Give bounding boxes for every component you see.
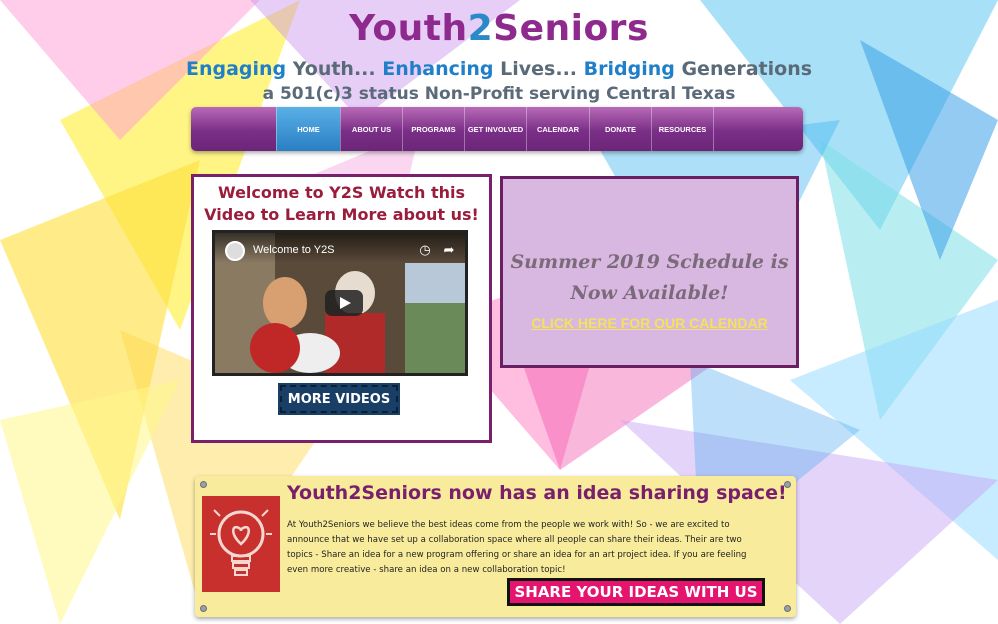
rivet-icon	[200, 481, 207, 488]
schedule-announcement: Summer 2019 Schedule is Now Available!	[510, 251, 789, 304]
idea-sharing-panel: Youth2Seniors now has an idea sharing sp…	[195, 476, 796, 617]
site-title-part3: Seniors	[493, 8, 649, 49]
nav-home[interactable]: HOME	[276, 107, 340, 151]
tagline-engaging: Engaging	[185, 58, 287, 80]
subtagline: a 501(c)3 status Non-Profit serving Cent…	[262, 84, 736, 104]
idea-sharing-heading: Youth2Seniors now has an idea sharing sp…	[287, 482, 787, 504]
main-nav: HOME ABOUT US PROGRAMS GET INVOLVED CALE…	[191, 107, 803, 151]
site-title-part1: Youth	[349, 8, 468, 49]
video-section-heading: Welcome to Y2S Watch this Video to Learn…	[204, 183, 479, 224]
nav-donate[interactable]: DONATE	[589, 107, 651, 151]
tagline-youth: Youth...	[286, 58, 383, 80]
tagline-lives: Lives...	[493, 58, 584, 80]
watch-later-icon[interactable]: ◷	[417, 243, 433, 259]
share-ideas-button[interactable]: SHARE YOUR IDEAS WITH US	[507, 578, 765, 606]
calendar-link[interactable]: CLICK HERE FOR OUR CALENDAR	[503, 315, 796, 331]
nav-about-us[interactable]: ABOUT US	[340, 107, 402, 151]
share-icon[interactable]: ➦	[441, 243, 457, 259]
tagline-enhancing: Enhancing	[382, 58, 494, 80]
schedule-section: Summer 2019 Schedule is Now Available! C…	[500, 176, 799, 368]
rivet-icon	[200, 605, 207, 612]
site-title-part2: 2	[467, 8, 494, 49]
lightbulb-heart-icon	[202, 496, 280, 592]
tagline-generations: Generations	[674, 58, 813, 80]
play-button[interactable]	[325, 290, 363, 316]
video-section: Welcome to Y2S Watch this Video to Learn…	[191, 174, 492, 443]
tagline-bridging: Bridging	[583, 58, 675, 80]
site-title: Youth2Seniors	[0, 8, 998, 49]
video-title[interactable]: Welcome to Y2S	[253, 244, 335, 256]
nav-get-involved[interactable]: GET INVOLVED	[464, 107, 526, 151]
nav-resources[interactable]: RESOURCES	[651, 107, 714, 151]
idea-sharing-body: At Youth2Seniors we believe the best ide…	[287, 520, 747, 575]
video-player[interactable]: Welcome to Y2S ◷ ➦	[212, 230, 468, 376]
nav-calendar[interactable]: CALENDAR	[526, 107, 589, 151]
tagline: Engaging Youth... Enhancing Lives... Bri…	[0, 58, 998, 80]
nav-programs[interactable]: PROGRAMS	[402, 107, 464, 151]
channel-avatar[interactable]	[225, 241, 245, 261]
rivet-icon	[784, 605, 791, 612]
more-videos-button[interactable]: MORE VIDEOS	[278, 383, 400, 415]
